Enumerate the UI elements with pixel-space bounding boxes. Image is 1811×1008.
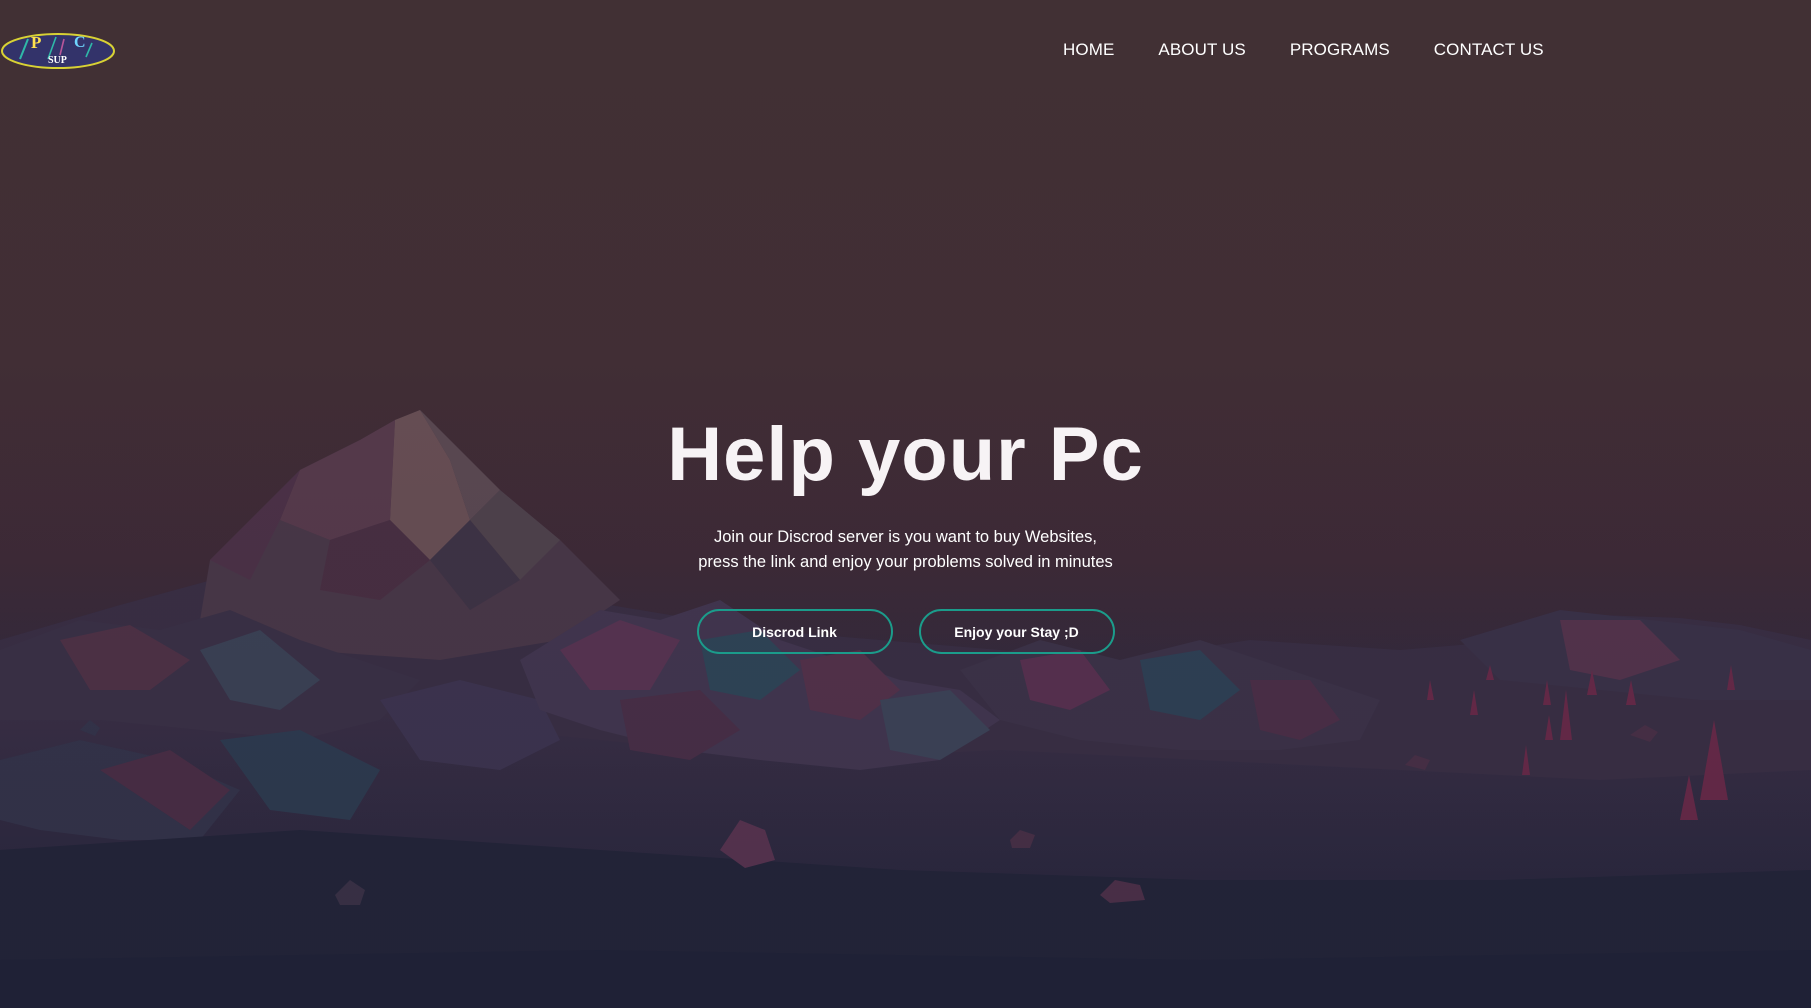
hero-description-line-1: Join our Discrod server is you want to b… bbox=[713, 528, 1098, 546]
hero-description-line-2: press the link and enjoy your problems s… bbox=[698, 553, 1113, 571]
hero-buttons: Discrod Link Enjoy your Stay ;D bbox=[0, 609, 1811, 654]
nav-about-us[interactable]: ABOUT US bbox=[1158, 40, 1245, 60]
site-logo[interactable]: P C SUP bbox=[0, 31, 118, 71]
logo-subtext: SUP bbox=[48, 55, 67, 66]
enjoy-your-stay-button[interactable]: Enjoy your Stay ;D bbox=[918, 609, 1115, 654]
hero-description: Join our Discrod server is you want to b… bbox=[0, 525, 1811, 575]
hero-section: Help your Pc Join our Discrod server is … bbox=[0, 405, 1811, 654]
nav-programs[interactable]: PROGRAMS bbox=[1290, 40, 1390, 60]
discord-link-button[interactable]: Discrod Link bbox=[696, 609, 893, 654]
logo-letter-p: P bbox=[31, 33, 42, 52]
hero-title: Help your Pc bbox=[667, 412, 1144, 497]
navbar: P C SUP HOME ABOUT US PROGRAMS CONTACT U… bbox=[0, 0, 1811, 100]
logo-letter-c: C bbox=[74, 34, 86, 51]
landing-page: P C SUP HOME ABOUT US PROGRAMS CONTACT U… bbox=[0, 0, 1811, 1008]
main-nav: HOME ABOUT US PROGRAMS CONTACT US bbox=[1063, 40, 1544, 60]
nav-contact-us[interactable]: CONTACT US bbox=[1434, 40, 1544, 60]
nav-home[interactable]: HOME bbox=[1063, 40, 1114, 60]
